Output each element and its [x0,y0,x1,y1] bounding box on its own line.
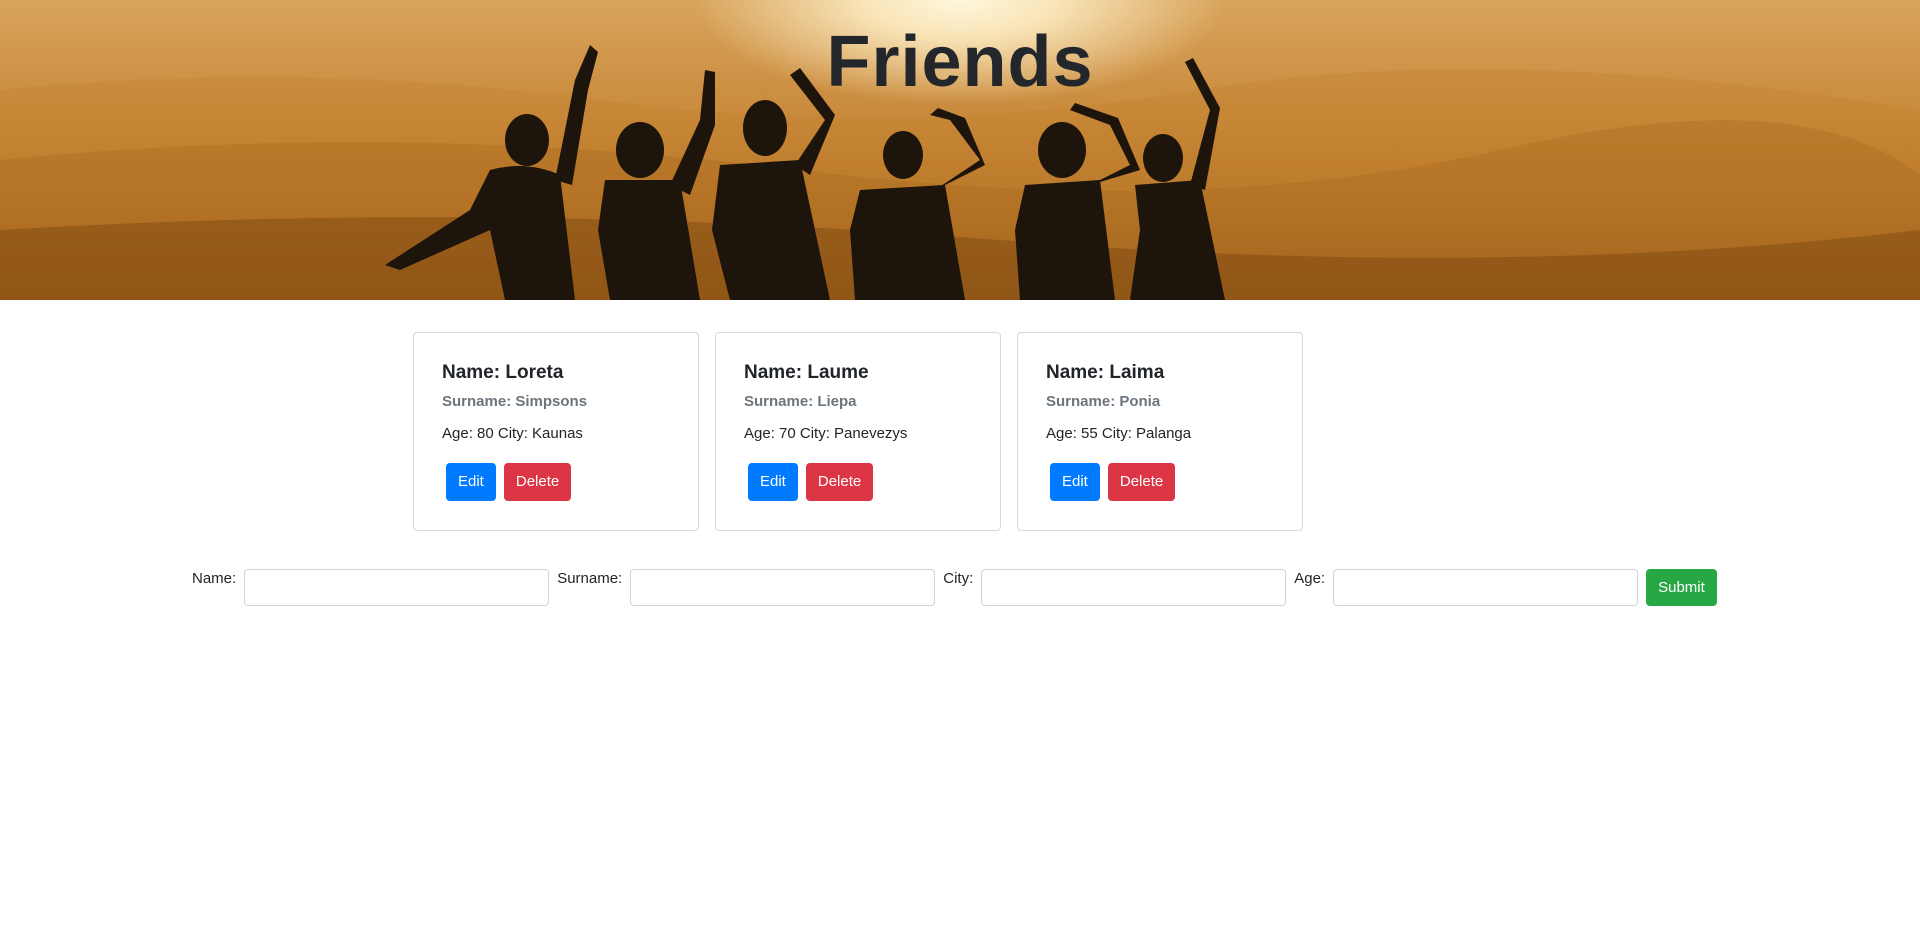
friend-surname: Surname: Liepa [744,393,857,410]
friend-card: Name: Laume Surname: Liepa Age: 70 City:… [715,332,1001,531]
delete-button[interactable]: Delete [1107,463,1176,501]
friend-card: Name: Laima Surname: Ponia Age: 55 City:… [1017,332,1303,531]
name-input[interactable] [244,569,550,606]
friends-list: Name: Loreta Surname: Simpsons Age: 80 C… [413,332,1303,531]
friend-card: Name: Loreta Surname: Simpsons Age: 80 C… [413,332,699,531]
city-label: City: [943,570,974,587]
friend-name: Name: Laume [744,362,869,383]
friend-name: Name: Laima [1046,362,1165,383]
add-friend-form: Name: Surname: City: Age: Submit [192,569,1721,606]
friend-surname: Surname: Ponia [1046,393,1161,410]
delete-button[interactable]: Delete [503,463,572,501]
hero-banner: Friends [0,0,1920,300]
edit-button[interactable]: Edit [748,463,798,501]
name-label: Name: [192,570,237,587]
delete-button[interactable]: Delete [805,463,874,501]
surname-input[interactable] [630,569,936,606]
page-title: Friends [826,22,1094,102]
age-input[interactable] [1333,569,1639,606]
friend-name: Name: Loreta [442,362,564,383]
surname-label: Surname: [557,570,623,587]
friend-details: Age: 70 City: Panevezys [744,425,908,442]
submit-button[interactable]: Submit [1646,569,1717,606]
edit-button[interactable]: Edit [1050,463,1100,501]
friend-details: Age: 80 City: Kaunas [442,425,583,442]
friend-surname: Surname: Simpsons [442,393,588,410]
edit-button[interactable]: Edit [446,463,496,501]
friend-details: Age: 55 City: Palanga [1046,425,1192,442]
city-input[interactable] [981,569,1287,606]
age-label: Age: [1294,570,1326,587]
